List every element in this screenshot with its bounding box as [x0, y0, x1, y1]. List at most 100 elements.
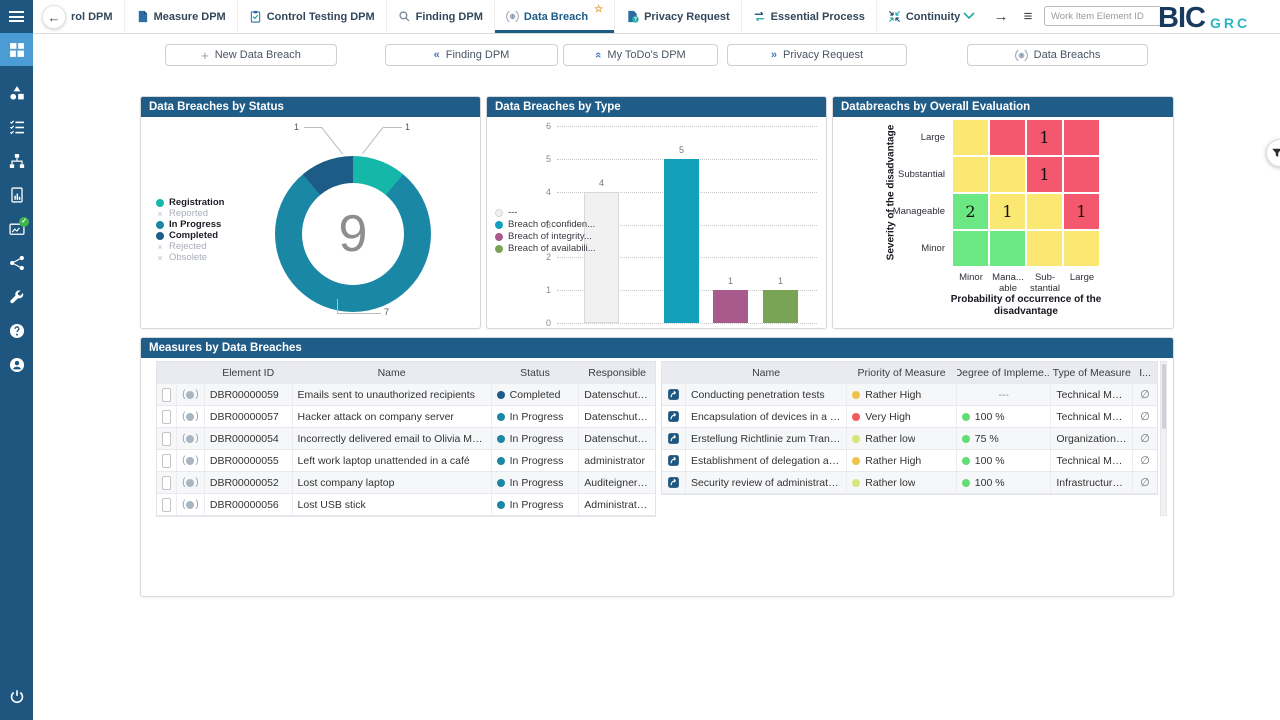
- heatmap-cell[interactable]: [1064, 157, 1099, 192]
- measure-row-icon[interactable]: [667, 388, 680, 401]
- heatmap-cell[interactable]: 1: [1064, 194, 1099, 229]
- bar--[interactable]: [584, 191, 619, 323]
- table-row[interactable]: Security review of administrators Rather …: [662, 472, 1157, 494]
- bar-breach-of-availabili-[interactable]: [763, 290, 798, 323]
- heatmap-cell[interactable]: [990, 157, 1025, 192]
- action-button-finding-dpm[interactable]: « Finding DPM: [385, 44, 558, 66]
- heatmap-cell[interactable]: [953, 157, 988, 192]
- sidebar-item-shapes[interactable]: [0, 76, 33, 110]
- logo-grc-text: GRC: [1209, 15, 1251, 31]
- table-row[interactable]: () DBR00000059 Emails sent to unauthorized…: [157, 384, 655, 406]
- measure-row-icon[interactable]: [667, 432, 680, 445]
- heatmap-cell[interactable]: [1064, 231, 1099, 266]
- breach-row-icon[interactable]: (): [182, 411, 199, 422]
- heatmap-cell[interactable]: [1064, 120, 1099, 155]
- legend-item-obsolete[interactable]: × Obsolete: [156, 252, 207, 263]
- row-checkbox[interactable]: [162, 431, 171, 446]
- measure-row-icon[interactable]: [667, 410, 680, 423]
- heatmap-cell[interactable]: [953, 231, 988, 266]
- row-checkbox[interactable]: [162, 497, 171, 512]
- heatmap-cell[interactable]: [953, 120, 988, 155]
- legend-item-breach-of-availabili-[interactable]: Breach of availabili...: [495, 243, 596, 254]
- name-cell: Emails sent to unauthorized recipients: [293, 384, 492, 405]
- tab-control-testing-dpm[interactable]: Control Testing DPM: [238, 0, 387, 33]
- row-checkbox[interactable]: [162, 475, 171, 490]
- filter-fab-button[interactable]: [1266, 139, 1280, 167]
- legend-item-rejected[interactable]: × Rejected: [156, 241, 206, 252]
- grid-header-row: Element ID Name Status Responsible: [157, 362, 655, 384]
- heatmap-cell[interactable]: 1: [1027, 157, 1062, 192]
- scrollbar-thumb[interactable]: [1162, 364, 1166, 429]
- measures-grid-scrollbar[interactable]: [1160, 361, 1167, 516]
- tab-finding-dpm[interactable]: Finding DPM: [387, 0, 495, 33]
- table-row[interactable]: () DBR00000052 Lost company laptop In Progr…: [157, 472, 655, 494]
- sidebar-hamburger-button[interactable]: [0, 0, 33, 33]
- table-row[interactable]: () DBR00000057 Hacker attack on company se…: [157, 406, 655, 428]
- donut-ring[interactable]: 9: [275, 156, 431, 312]
- heatmap-cell[interactable]: 2: [953, 194, 988, 229]
- bar-value-label: 5: [678, 144, 684, 155]
- legend-label: Breach of confiden...: [508, 219, 596, 230]
- legend-item-in-progress[interactable]: In Progress: [156, 219, 221, 230]
- row-checkbox[interactable]: [162, 387, 171, 402]
- bar-breach-of-integrity-[interactable]: [713, 290, 748, 323]
- heatmap-cell[interactable]: [1027, 194, 1062, 229]
- action-button-data-breachs[interactable]: Data Breachs: [967, 44, 1148, 66]
- legend-item--[interactable]: ---: [495, 207, 518, 218]
- sidebar-item-wrench[interactable]: [0, 280, 33, 314]
- sidebar-item-logout[interactable]: [0, 680, 33, 714]
- tab-list-menu-button[interactable]: ≡: [1017, 0, 1039, 33]
- breach-row-icon[interactable]: (): [182, 433, 199, 444]
- action-button-new-data-breach[interactable]: + New Data Breach: [165, 44, 337, 66]
- internal-cell: ∅: [1133, 384, 1157, 405]
- sidebar-item-hierarchy[interactable]: [0, 144, 33, 178]
- tabs-scroll-left-button[interactable]: ←: [42, 5, 66, 29]
- legend-item-registration[interactable]: Registration: [156, 197, 224, 208]
- table-row[interactable]: () DBR00000056 Lost USB stick In Progress Ad…: [157, 494, 655, 516]
- heatmap-cell[interactable]: 1: [1027, 120, 1062, 155]
- heatmap-cell[interactable]: [990, 231, 1025, 266]
- action-button-privacy-request[interactable]: » Privacy Request: [727, 44, 907, 66]
- table-row[interactable]: Erstellung Richtlinie zum Transp... Rathe…: [662, 428, 1157, 450]
- breach-row-icon[interactable]: (): [182, 499, 199, 510]
- row-checkbox[interactable]: [162, 409, 171, 424]
- table-row[interactable]: () DBR00000055 Left work laptop unattended…: [157, 450, 655, 472]
- work-item-element-id-input[interactable]: [1044, 6, 1162, 26]
- table-row[interactable]: () DBR00000054 Incorrectly delivered email…: [157, 428, 655, 450]
- tab-measure-dpm[interactable]: Measure DPM: [125, 0, 238, 33]
- legend-item-breach-of-confiden-[interactable]: Breach of confiden...: [495, 219, 595, 230]
- sidebar-item-checklist[interactable]: [0, 110, 33, 144]
- action-button-my-todo-s-dpm[interactable]: «My ToDo's DPM: [563, 44, 718, 66]
- sidebar-item-share[interactable]: [0, 246, 33, 280]
- heatmap-cell[interactable]: [990, 120, 1025, 155]
- table-row[interactable]: Establishment of delegation arra... Rathe…: [662, 450, 1157, 472]
- sidebar-item-report[interactable]: [0, 178, 33, 212]
- table-row[interactable]: Conducting penetration tests Rather High -…: [662, 384, 1157, 406]
- breach-row-icon[interactable]: (): [182, 455, 199, 466]
- tab-privacy-request[interactable]: Privacy Request: [615, 0, 742, 33]
- degree-cell: 100 %: [957, 406, 1052, 427]
- legend-item-reported[interactable]: × Reported: [156, 208, 208, 219]
- tab-essential-process[interactable]: Essential Process: [742, 0, 877, 33]
- row-checkbox[interactable]: [162, 453, 171, 468]
- table-row[interactable]: Encapsulation of devices in a Fa... Very …: [662, 406, 1157, 428]
- heatmap-cell[interactable]: [1027, 231, 1062, 266]
- legend-dot-icon: [156, 231, 164, 240]
- sidebar-item-account[interactable]: [0, 348, 33, 382]
- heatmap-cell[interactable]: 1: [990, 194, 1025, 229]
- legend-item-completed[interactable]: Completed: [156, 230, 218, 241]
- measure-row-icon[interactable]: [667, 476, 680, 489]
- bar-value-label: 4: [598, 177, 604, 188]
- measure-row-icon[interactable]: [667, 454, 680, 467]
- tab-partial[interactable]: [962, 8, 976, 26]
- sidebar-item-approval[interactable]: ✓: [0, 212, 33, 246]
- tab-data-breach[interactable]: Data Breach ☆: [494, 0, 616, 33]
- sidebar-item-help[interactable]: [0, 314, 33, 348]
- tab-continuity-strategy[interactable]: Continuity Strategy: [877, 0, 962, 33]
- bar-breach-of-confiden-[interactable]: [664, 158, 699, 323]
- breach-row-icon[interactable]: (): [182, 477, 199, 488]
- tabs-scroll-right-button[interactable]: →: [990, 0, 1012, 33]
- sidebar-item-dashboard[interactable]: [0, 33, 33, 66]
- breach-row-icon[interactable]: (): [182, 389, 199, 400]
- legend-item-breach-of-integrity-[interactable]: Breach of integrity...: [495, 231, 592, 242]
